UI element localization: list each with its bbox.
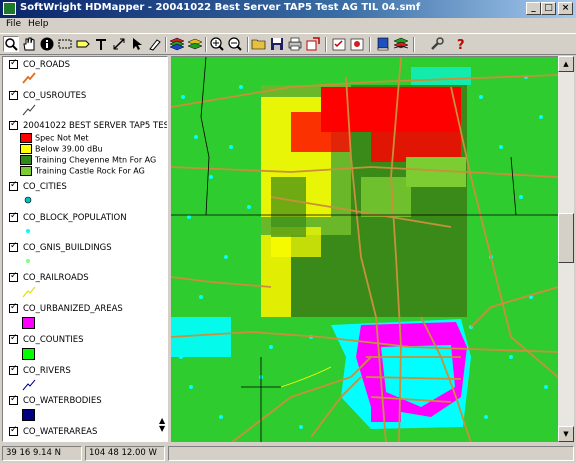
close-button[interactable]: × <box>558 2 573 15</box>
layer-visibility-checkbox[interactable] <box>9 241 18 252</box>
road-line-icon <box>22 72 36 84</box>
urban-area-swatch <box>22 317 35 329</box>
coverage-map[interactable] <box>171 57 558 442</box>
app-icon[interactable] <box>3 2 16 15</box>
save-icon[interactable] <box>269 36 285 52</box>
scroll-thumb[interactable] <box>558 213 574 263</box>
layer-name: CO_URBANIZED_AREAS <box>23 304 123 314</box>
city-dot-icon <box>24 196 32 204</box>
menu-file[interactable]: File <box>6 19 21 29</box>
scroll-up-button[interactable]: ▲ <box>558 56 574 72</box>
properties-icon[interactable] <box>331 36 347 52</box>
zoom-in-icon[interactable] <box>209 36 225 52</box>
status-longitude: 104 48 12.00 W <box>85 446 165 461</box>
info-icon[interactable] <box>39 36 55 52</box>
print-icon[interactable] <box>287 36 303 52</box>
layer-name: 20041022 BEST SERVER TAP5 TEST <box>23 121 168 131</box>
river-line-icon <box>22 379 36 391</box>
export-icon[interactable] <box>305 36 321 52</box>
layer-visibility-checkbox[interactable] <box>9 119 18 130</box>
open-folder-icon[interactable] <box>251 36 267 52</box>
layer-visibility-checkbox[interactable] <box>9 271 18 282</box>
class-label: Training Castle Rock For AG <box>35 166 145 176</box>
layer-name: CO_USROUTES <box>23 91 87 101</box>
layer-visibility-checkbox[interactable] <box>9 180 18 191</box>
measure-icon[interactable] <box>111 36 127 52</box>
route-line-icon <box>22 104 36 116</box>
layer-name: CO_ROADS <box>23 60 71 70</box>
title-bar: SoftWright HDMapper - 20041022 Best Serv… <box>0 0 576 18</box>
population-dot-icon <box>26 229 30 233</box>
status-latitude: 39 16 9.14 N <box>2 446 82 461</box>
layer-name: CO_RIVERS <box>23 366 71 376</box>
layers-add-icon[interactable] <box>187 36 203 52</box>
class-swatch <box>20 133 32 143</box>
layer-name: CO_GNIS_BUILDINGS <box>23 243 112 253</box>
select-icon[interactable] <box>57 36 73 52</box>
text-tool-icon[interactable] <box>93 36 109 52</box>
layer-name: CO_CITIES <box>23 182 67 192</box>
layer-name: CO_WATERBODIES <box>23 396 102 406</box>
svg-text:?: ? <box>457 38 465 52</box>
class-swatch <box>20 166 32 176</box>
layer-reorder-arrows[interactable]: ▲ ▼ <box>159 417 165 433</box>
layer-legend-panel: CO_ROADS CO_USROUTES 20041022 BEST SERVE… <box>2 56 168 442</box>
class-swatch <box>20 155 32 165</box>
settings-icon[interactable] <box>349 36 365 52</box>
toolbar: ? <box>0 33 576 55</box>
layer-visibility-checkbox[interactable] <box>9 364 18 375</box>
layer-visibility-checkbox[interactable] <box>9 302 18 313</box>
legend-class-castle-rock: Training Castle Rock For AG <box>20 166 145 176</box>
layers-icon[interactable] <box>169 36 185 52</box>
layer-name: CO_RAILROADS <box>23 273 89 283</box>
class-label: Training Cheyenne Mtn For AG <box>35 155 157 165</box>
building-dot-icon <box>26 259 30 263</box>
layer-visibility-checkbox[interactable] <box>9 89 18 100</box>
layer-name: CO_BLOCK_POPULATION <box>23 213 127 223</box>
class-label: Spec Not Met <box>35 133 89 143</box>
scroll-down-button[interactable]: ▼ <box>558 426 574 442</box>
zoom-out-icon[interactable] <box>227 36 243 52</box>
legend-class-cheyenne: Training Cheyenne Mtn For AG <box>20 155 156 165</box>
layer-visibility-checkbox[interactable] <box>9 58 18 69</box>
class-swatch <box>20 144 32 154</box>
layer-visibility-checkbox[interactable] <box>9 211 18 222</box>
edit-node-icon[interactable] <box>147 36 163 52</box>
layer-name: CO_WATERAREAS <box>23 427 98 437</box>
move-layer-down-icon[interactable]: ▼ <box>159 425 165 433</box>
layer-name: CO_COUNTIES <box>23 335 84 345</box>
waterbody-swatch <box>22 409 35 421</box>
pointer-icon[interactable] <box>129 36 145 52</box>
menu-help[interactable]: Help <box>28 19 49 29</box>
status-bar: 39 16 9.14 N 104 48 12.00 W <box>0 443 576 463</box>
menu-bar: File Help <box>0 18 576 32</box>
maximize-button[interactable]: □ <box>541 2 556 15</box>
wrench-icon[interactable] <box>429 36 445 52</box>
minimize-button[interactable]: _ <box>526 2 541 15</box>
label-icon[interactable] <box>75 36 91 52</box>
layer-visibility-checkbox[interactable] <box>9 394 18 405</box>
pan-hand-icon[interactable] <box>21 36 37 52</box>
map-layers-icon[interactable] <box>393 36 409 52</box>
status-message <box>168 446 574 461</box>
legend-class-spec-not-met: Spec Not Met <box>20 133 89 143</box>
layer-visibility-checkbox[interactable] <box>9 425 18 436</box>
legend-class-below-39: Below 39.00 dBu <box>20 144 103 154</box>
county-swatch <box>22 348 35 360</box>
class-label: Below 39.00 dBu <box>35 144 103 154</box>
map-vertical-scrollbar[interactable]: ▲ ▼ <box>558 56 574 442</box>
zoom-magnifier-icon[interactable] <box>3 36 19 52</box>
railroad-line-icon <box>22 286 36 298</box>
book-icon[interactable] <box>375 36 391 52</box>
window-title: SoftWright HDMapper - 20041022 Best Serv… <box>20 2 421 13</box>
layer-visibility-checkbox[interactable] <box>9 333 18 344</box>
help-icon[interactable]: ? <box>453 36 469 53</box>
map-canvas[interactable] <box>171 56 558 442</box>
